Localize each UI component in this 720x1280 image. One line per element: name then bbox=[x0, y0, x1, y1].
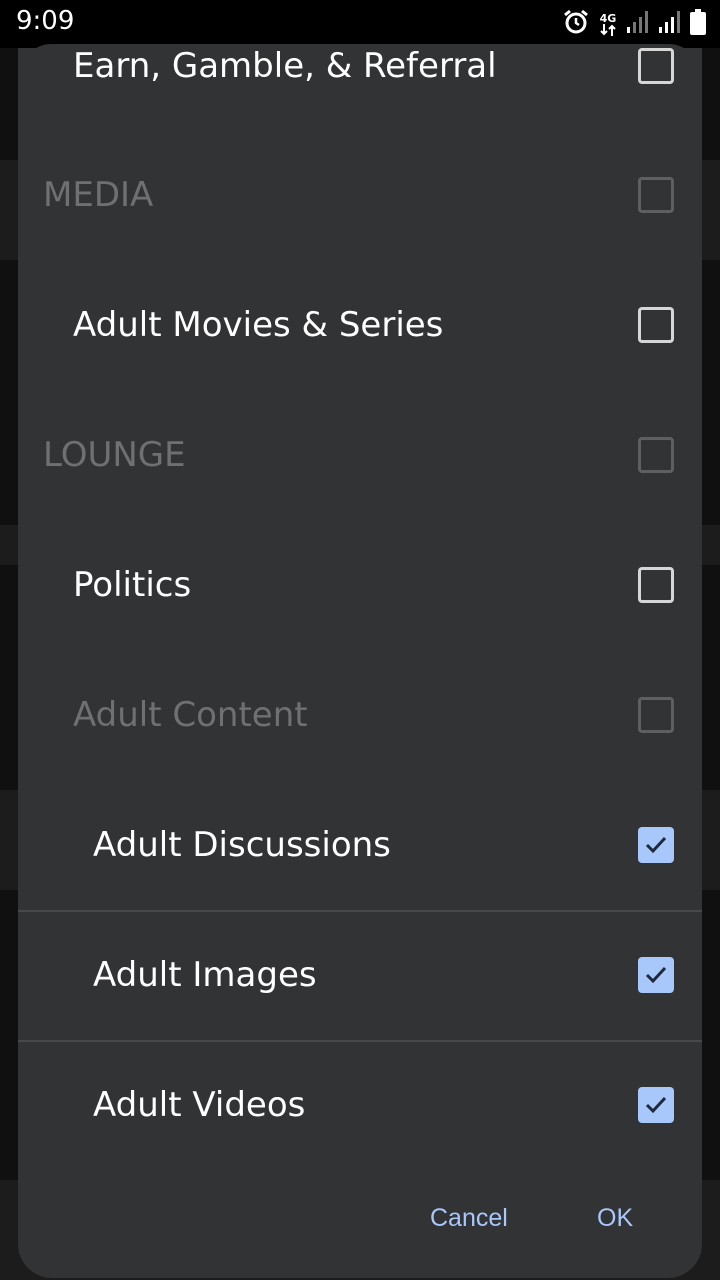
checkbox-checked[interactable] bbox=[638, 957, 674, 993]
option-label: MEDIA bbox=[43, 175, 154, 215]
check-icon bbox=[645, 1096, 667, 1114]
checkbox bbox=[638, 437, 674, 473]
option-row: MEDIA bbox=[18, 130, 702, 260]
checkbox[interactable] bbox=[638, 567, 674, 603]
ok-button[interactable]: OK bbox=[597, 1204, 633, 1233]
option-label: Adult Images bbox=[93, 955, 317, 995]
network-type-icon: 4G bbox=[598, 13, 618, 36]
option-row: LOUNGE bbox=[18, 390, 702, 520]
check-icon bbox=[645, 836, 667, 854]
multi-select-dialog: Earn, Gamble, & Referral MEDIA Adult Movie… bbox=[18, 48, 702, 1278]
status-icons: 4G bbox=[562, 8, 706, 40]
checkbox bbox=[638, 697, 674, 733]
battery-icon bbox=[690, 9, 706, 39]
option-label: LOUNGE bbox=[43, 435, 186, 475]
checkbox[interactable] bbox=[638, 307, 674, 343]
option-label: Adult Videos bbox=[93, 1085, 306, 1125]
cancel-button[interactable]: Cancel bbox=[430, 1204, 508, 1233]
dialog-actions: Cancel OK bbox=[18, 1188, 702, 1258]
option-row[interactable]: Adult Movies & Series bbox=[18, 260, 702, 390]
signal-icon bbox=[658, 10, 682, 38]
signal-icon bbox=[626, 10, 650, 38]
option-label: Earn, Gamble, & Referral bbox=[73, 48, 497, 86]
option-label: Adult Movies & Series bbox=[73, 305, 444, 345]
option-row[interactable]: Politics bbox=[18, 520, 702, 650]
checkbox[interactable] bbox=[638, 48, 674, 84]
option-row[interactable]: Adult Discussions bbox=[18, 780, 702, 910]
option-label: Politics bbox=[73, 565, 192, 605]
option-row[interactable]: Adult Videos bbox=[18, 1040, 702, 1170]
option-label: Adult Discussions bbox=[93, 825, 391, 865]
network-type-label: 4G bbox=[599, 11, 617, 25]
alarm-icon bbox=[562, 8, 590, 40]
check-icon bbox=[645, 966, 667, 984]
status-time: 9:09 bbox=[16, 6, 75, 36]
option-row: Adult Content bbox=[18, 650, 702, 780]
status-bar: 9:09 4G bbox=[0, 0, 720, 48]
option-row[interactable]: Adult Images bbox=[18, 910, 702, 1040]
checkbox bbox=[638, 177, 674, 213]
checkbox-checked[interactable] bbox=[638, 1087, 674, 1123]
checkbox-checked[interactable] bbox=[638, 827, 674, 863]
option-label: Adult Content bbox=[73, 695, 308, 735]
